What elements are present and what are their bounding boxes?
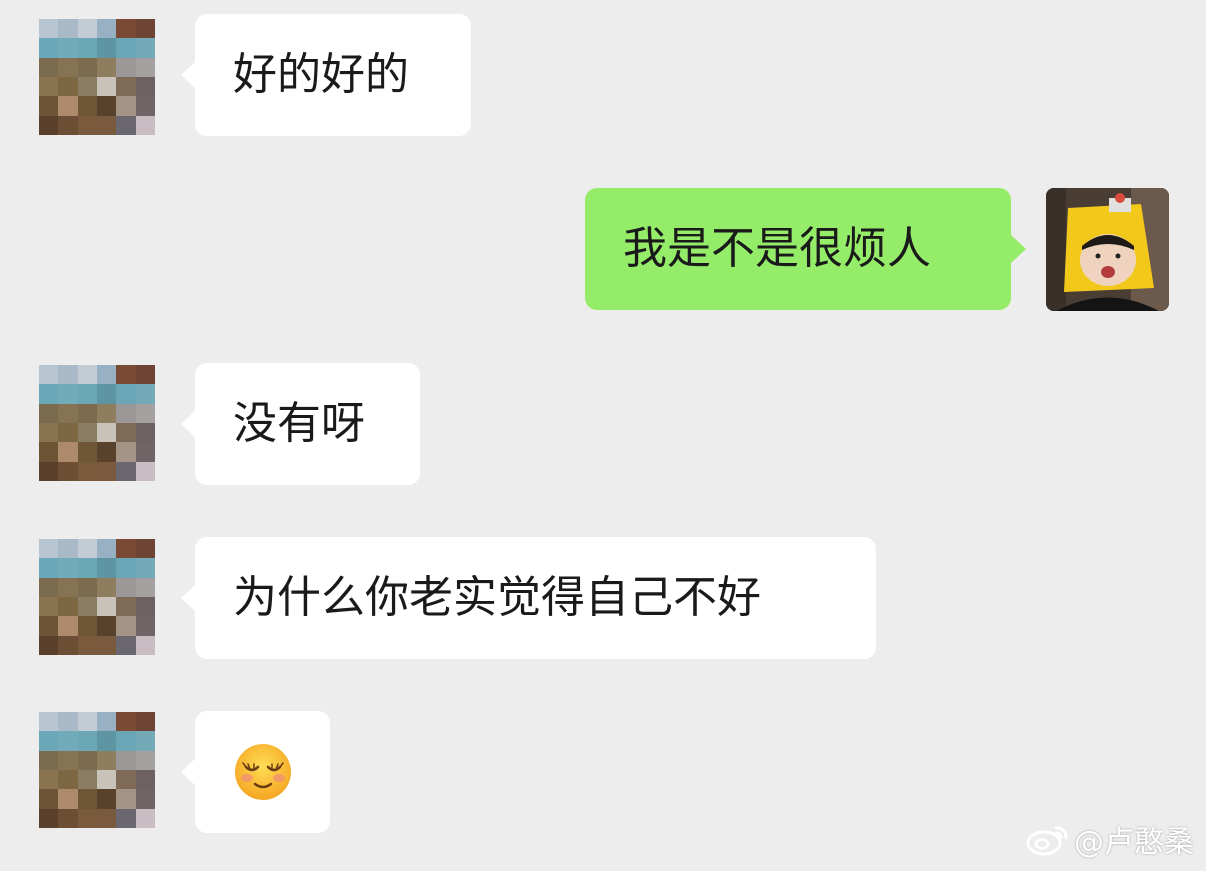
pixelated-avatar-icon [39,19,155,135]
watermark-text: @卢憨桑 [1074,825,1194,860]
contact-avatar[interactable] [39,712,155,828]
pixelated-avatar-icon [39,712,155,828]
message-text: 没有呀 [233,398,365,449]
contact-avatar[interactable] [39,19,155,135]
received-message[interactable]: 好的好的 [181,14,471,136]
contact-avatar[interactable] [39,365,155,481]
user-avatar[interactable] [1046,188,1169,311]
watermark: @卢憨桑 [1026,817,1194,861]
received-message[interactable]: 为什么你老实觉得自己不好 [181,537,876,659]
photo-avatar-icon [1046,188,1169,311]
received-message[interactable] [181,711,330,833]
smiling-blush-emoji-icon [235,744,291,800]
pixelated-avatar-icon [39,539,155,655]
message-text: 好的好的 [233,49,409,100]
sent-message[interactable]: 我是不是很烦人 [585,188,1026,310]
weibo-icon [1026,826,1068,856]
pixelated-avatar-icon [39,365,155,481]
received-message[interactable]: 没有呀 [181,363,420,485]
message-text: 为什么你老实觉得自己不好 [233,572,761,623]
contact-avatar[interactable] [39,539,155,655]
message-text: 我是不是很烦人 [623,223,931,274]
